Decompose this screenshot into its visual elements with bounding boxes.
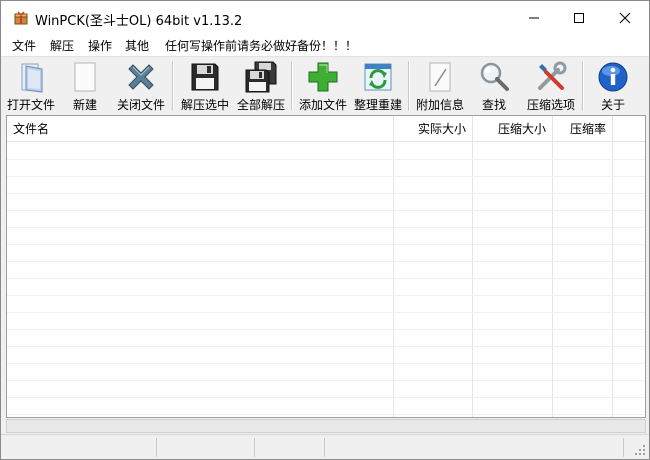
window-title: WinPCK(圣斗士OL) 64bit v1.13.2 (35, 14, 243, 29)
row-gridline (7, 414, 645, 415)
rebuild-label: 整理重建 (353, 98, 402, 112)
row-gridline (7, 346, 645, 347)
floppy-disks-icon (243, 59, 279, 95)
new-button[interactable]: 新建 (62, 59, 108, 113)
refresh-icon (360, 59, 396, 95)
extract-all-label: 全部解压 (236, 98, 285, 112)
find-button[interactable]: 查找 (471, 59, 517, 113)
about-button[interactable]: 关于 (590, 59, 636, 113)
extract-all-button[interactable]: 全部解压 (234, 59, 288, 113)
column-header-ratio[interactable]: 压缩率 (570, 116, 606, 142)
row-gridline (7, 363, 645, 364)
title-bar[interactable]: WinPCK(圣斗士OL) 64bit v1.13.2 (1, 1, 649, 34)
column-header-compressed-size[interactable]: 压缩大小 (498, 116, 546, 142)
column-divider (393, 116, 394, 417)
floppy-disk-icon (187, 59, 223, 95)
row-gridline (7, 295, 645, 296)
status-divider (324, 438, 325, 457)
info-icon (595, 59, 631, 95)
compress-options-label: 压缩选项 (526, 98, 575, 112)
toolbar-separator (291, 61, 293, 111)
toolbar-separator (172, 61, 174, 111)
maximize-icon (574, 12, 584, 23)
menu-file[interactable]: 文件 (10, 37, 38, 54)
status-divider (156, 438, 157, 457)
compress-options-button[interactable]: 压缩选项 (523, 59, 579, 113)
row-gridline (7, 210, 645, 211)
maximize-button[interactable] (556, 1, 602, 34)
toolbar-separator (408, 61, 410, 111)
close-icon (619, 12, 631, 23)
toolbar-separator (582, 61, 584, 111)
attach-info-label: 附加信息 (415, 98, 464, 112)
menu-extract[interactable]: 解压 (48, 37, 76, 54)
find-label: 查找 (481, 98, 506, 112)
column-divider (472, 116, 473, 417)
menu-backup-warning[interactable]: 任何写操作前请务必做好备份！！！ (163, 37, 359, 54)
x-close-icon (123, 59, 159, 95)
menu-bar: 文件 解压 操作 其他 任何写操作前请务必做好备份！！！ (1, 34, 649, 56)
close-button[interactable] (602, 1, 648, 34)
add-file-button[interactable]: 添加文件 (296, 59, 350, 113)
blank-page-icon (67, 59, 103, 95)
add-file-label: 添加文件 (298, 98, 347, 112)
menu-operate[interactable]: 操作 (86, 37, 114, 54)
about-label: 关于 (600, 98, 625, 112)
app-window: WinPCK(圣斗士OL) 64bit v1.13.2 文件 解压 操作 其他 … (0, 0, 650, 460)
open-file-button[interactable]: 打开文件 (5, 59, 57, 113)
row-gridline (7, 380, 645, 381)
row-gridline (7, 244, 645, 245)
list-header: 文件名 实际大小 压缩大小 压缩率 (7, 116, 645, 142)
column-divider (612, 116, 613, 417)
folder-open-icon (13, 59, 49, 95)
row-gridline (7, 278, 645, 279)
status-divider (623, 438, 624, 457)
row-gridline (7, 397, 645, 398)
file-list[interactable]: 文件名 实际大小 压缩大小 压缩率 (6, 115, 646, 418)
status-bar (1, 434, 649, 459)
close-file-label: 关闭文件 (116, 98, 165, 112)
green-plus-icon (305, 59, 341, 95)
row-gridline (7, 329, 645, 330)
column-divider (552, 116, 553, 417)
open-file-label: 打开文件 (6, 98, 55, 112)
minimize-button[interactable] (511, 1, 557, 34)
toolbar: 打开文件 新建 关闭文件 解压选中 全部解压 添加文件 整理重建 附加信息 查找… (1, 56, 649, 115)
row-gridline (7, 227, 645, 228)
menu-other[interactable]: 其他 (123, 37, 151, 54)
row-gridline (7, 312, 645, 313)
row-gridline (7, 159, 645, 160)
row-gridline (7, 261, 645, 262)
row-gridline (7, 193, 645, 194)
new-label: 新建 (72, 98, 97, 112)
app-icon (13, 10, 29, 26)
extract-selected-label: 解压选中 (180, 98, 229, 112)
row-gridline (7, 176, 645, 177)
tools-icon (533, 59, 569, 95)
attach-info-button[interactable]: 附加信息 (413, 59, 467, 113)
magnifier-icon (476, 59, 512, 95)
rebuild-button[interactable]: 整理重建 (351, 59, 405, 113)
edit-page-icon (422, 59, 458, 95)
column-header-actual-size[interactable]: 实际大小 (418, 116, 466, 142)
resize-grip-icon[interactable] (634, 444, 646, 456)
column-header-filename[interactable]: 文件名 (13, 116, 49, 142)
status-divider (254, 438, 255, 457)
horizontal-scrollbar[interactable] (6, 419, 646, 433)
close-file-button[interactable]: 关闭文件 (114, 59, 168, 113)
minimize-icon (529, 17, 539, 18)
extract-selected-button[interactable]: 解压选中 (178, 59, 232, 113)
